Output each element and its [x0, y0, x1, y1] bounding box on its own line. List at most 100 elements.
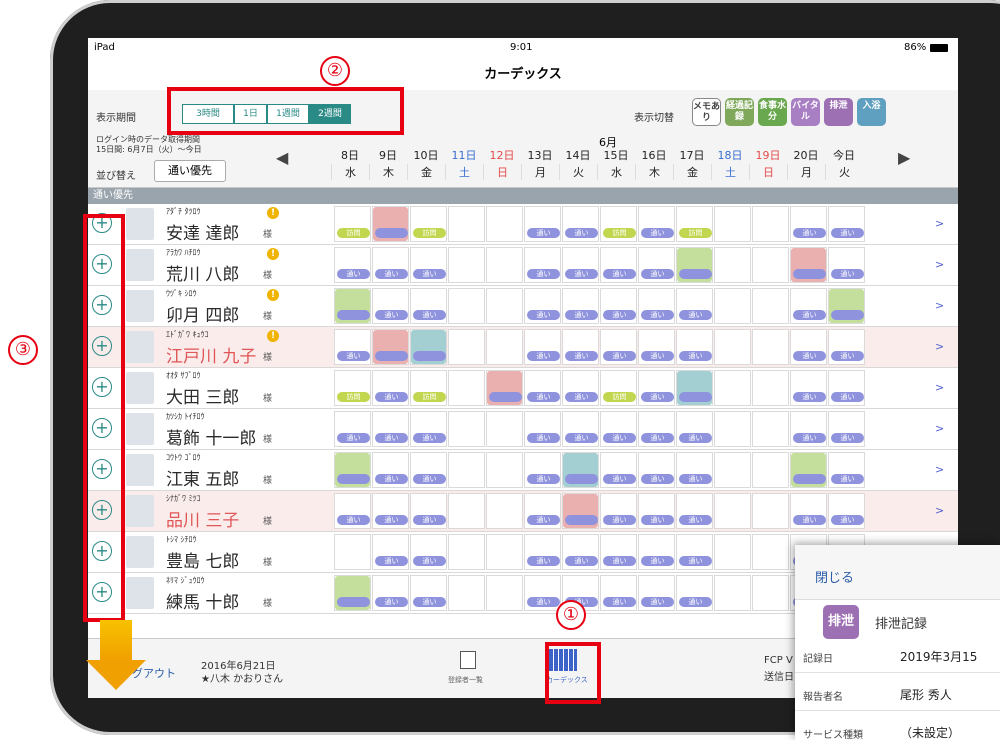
schedule-cell[interactable]: 通い — [638, 206, 675, 242]
sort-button[interactable]: 通い優先 — [154, 160, 226, 182]
schedule-cell[interactable]: 通い — [828, 329, 865, 365]
schedule-cell[interactable] — [486, 247, 523, 283]
schedule-cell[interactable]: 通い — [562, 370, 599, 406]
schedule-cell[interactable] — [448, 452, 485, 488]
schedule-cell[interactable]: 通い — [562, 534, 599, 570]
schedule-cell[interactable]: 訪問 — [334, 206, 371, 242]
progress-record-icon[interactable]: 経過記録 — [725, 98, 754, 126]
schedule-cell[interactable]: 通い — [524, 575, 561, 611]
schedule-cell[interactable]: 通い — [600, 575, 637, 611]
row-chevron-icon[interactable]: > — [935, 217, 944, 230]
schedule-cell[interactable] — [714, 247, 751, 283]
schedule-cell[interactable]: 通い — [334, 493, 371, 529]
schedule-cell[interactable]: 通い — [790, 329, 827, 365]
schedule-cell[interactable]: 訪問 — [334, 370, 371, 406]
resident-row[interactable]: + ｶﾂｼｶ ﾄｲﾁﾛｳ 葛飾 十一郎様通い 通い 通い 通い 通い 通い 通い 通い 通い 通い > — [88, 409, 958, 450]
next-arrow-icon[interactable]: ▶ — [898, 148, 910, 167]
schedule-cell[interactable]: 通い — [828, 247, 865, 283]
prev-arrow-icon[interactable]: ◀ — [276, 148, 288, 167]
schedule-cell[interactable]: 通い — [562, 288, 599, 324]
schedule-cell[interactable]: 通い — [638, 411, 675, 447]
schedule-cell[interactable]: 通い — [562, 411, 599, 447]
excretion-icon[interactable]: 排泄 — [824, 98, 853, 126]
schedule-cell[interactable]: 通い — [524, 247, 561, 283]
schedule-cell[interactable] — [448, 247, 485, 283]
schedule-cell[interactable] — [562, 493, 599, 529]
schedule-cell[interactable]: 通い — [600, 247, 637, 283]
schedule-cell[interactable] — [448, 206, 485, 242]
schedule-cell[interactable]: 通い — [562, 329, 599, 365]
schedule-cell[interactable]: 通い — [524, 411, 561, 447]
schedule-cell[interactable] — [410, 329, 447, 365]
row-chevron-icon[interactable]: > — [935, 340, 944, 353]
schedule-cell[interactable] — [714, 329, 751, 365]
schedule-cell[interactable] — [562, 452, 599, 488]
schedule-cell[interactable]: 通い — [828, 452, 865, 488]
schedule-cell[interactable] — [486, 288, 523, 324]
schedule-cell[interactable]: 訪問 — [600, 370, 637, 406]
schedule-cell[interactable]: 通い — [410, 493, 447, 529]
resident-row[interactable]: + ｵｵﾀ ｻﾌﾞﾛｳ 大田 三郎様訪問 通い 訪問 通い 通い 訪問 通い 通い 通い > — [88, 368, 958, 409]
schedule-cell[interactable] — [448, 329, 485, 365]
schedule-cell[interactable]: 通い — [410, 534, 447, 570]
schedule-cell[interactable]: 通い — [372, 411, 409, 447]
schedule-cell[interactable] — [486, 370, 523, 406]
schedule-cell[interactable] — [714, 493, 751, 529]
schedule-cell[interactable]: 訪問 — [410, 370, 447, 406]
schedule-cell[interactable] — [334, 534, 371, 570]
schedule-cell[interactable] — [714, 370, 751, 406]
resident-row[interactable]: + ｳﾂﾞｷ ｼﾛｳ 卯月 四郎様! 通い 通い 通い 通い 通い 通い 通い 通い > — [88, 286, 958, 327]
bath-icon[interactable]: 入浴 — [857, 98, 886, 126]
schedule-cell[interactable]: 通い — [410, 411, 447, 447]
schedule-cell[interactable]: 通い — [334, 247, 371, 283]
schedule-cell[interactable] — [752, 575, 789, 611]
schedule-cell[interactable] — [752, 534, 789, 570]
schedule-cell[interactable] — [714, 288, 751, 324]
popup-close-button[interactable]: 閉じる — [815, 567, 854, 586]
schedule-cell[interactable]: 通い — [410, 575, 447, 611]
memo-icon[interactable]: メモあり — [692, 98, 721, 126]
schedule-cell[interactable] — [372, 329, 409, 365]
schedule-cell[interactable] — [790, 452, 827, 488]
schedule-cell[interactable]: 通い — [676, 452, 713, 488]
schedule-cell[interactable]: 通い — [334, 329, 371, 365]
tab-registrant-list[interactable]: 登録者一覧 — [448, 675, 483, 685]
schedule-cell[interactable]: 通い — [372, 370, 409, 406]
schedule-cell[interactable]: 通い — [524, 370, 561, 406]
schedule-cell[interactable]: 通い — [410, 452, 447, 488]
schedule-cell[interactable]: 通い — [676, 534, 713, 570]
schedule-cell[interactable]: 訪問 — [410, 206, 447, 242]
schedule-cell[interactable] — [752, 329, 789, 365]
schedule-cell[interactable] — [486, 329, 523, 365]
schedule-cell[interactable] — [752, 288, 789, 324]
schedule-cell[interactable]: 通い — [600, 329, 637, 365]
schedule-cell[interactable] — [714, 411, 751, 447]
schedule-cell[interactable]: 通い — [372, 247, 409, 283]
schedule-cell[interactable] — [714, 575, 751, 611]
schedule-cell[interactable]: 通い — [828, 370, 865, 406]
schedule-cell[interactable]: 訪問 — [676, 206, 713, 242]
schedule-cell[interactable] — [486, 206, 523, 242]
resident-row[interactable]: + ｼﾅｶﾞﾜ ﾐﾂｺ 品川 三子様通い 通い 通い 通い 通い 通い 通い 通い 通い > — [88, 491, 958, 532]
schedule-cell[interactable]: 通い — [638, 575, 675, 611]
schedule-cell[interactable] — [334, 288, 371, 324]
resident-row[interactable]: + ｴﾄﾞｶﾞﾜ ｷｭｳｺ 江戸川 九子様! 通い 通い 通い 通い 通い 通い 通い 通い > — [88, 327, 958, 368]
vital-icon[interactable]: バイタル — [791, 98, 820, 126]
schedule-cell[interactable]: 通い — [372, 452, 409, 488]
row-chevron-icon[interactable]: > — [935, 299, 944, 312]
schedule-cell[interactable] — [334, 575, 371, 611]
schedule-cell[interactable] — [676, 247, 713, 283]
schedule-cell[interactable] — [828, 288, 865, 324]
schedule-cell[interactable]: 通い — [600, 411, 637, 447]
schedule-cell[interactable]: 通い — [638, 288, 675, 324]
schedule-cell[interactable] — [448, 411, 485, 447]
schedule-cell[interactable] — [752, 247, 789, 283]
schedule-cell[interactable]: 通い — [638, 329, 675, 365]
schedule-cell[interactable]: 通い — [524, 534, 561, 570]
schedule-cell[interactable]: 通い — [410, 247, 447, 283]
schedule-cell[interactable] — [714, 206, 751, 242]
resident-row[interactable]: + ｱﾗｶﾜ ﾊﾁﾛｳ 荒川 八郎様! 通い 通い 通い 通い 通い 通い 通い 通い > — [88, 245, 958, 286]
schedule-cell[interactable] — [448, 575, 485, 611]
schedule-cell[interactable]: 通い — [334, 411, 371, 447]
schedule-cell[interactable]: 通い — [676, 288, 713, 324]
